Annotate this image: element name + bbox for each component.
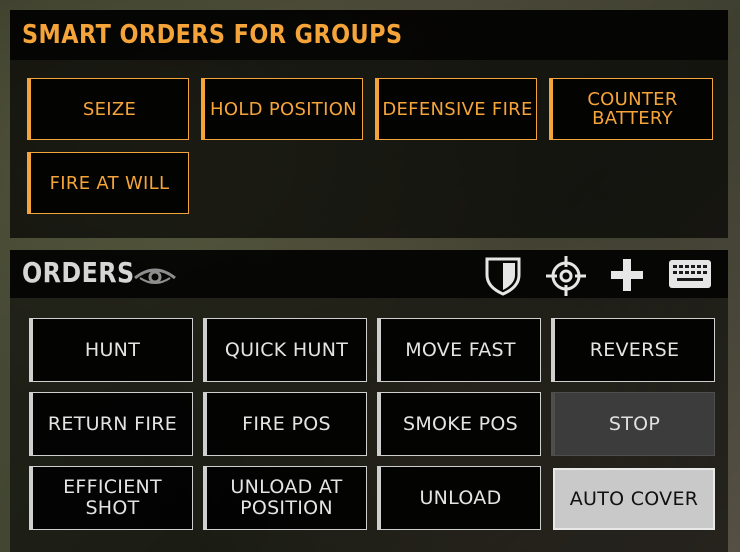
- smart-orders-title: SMART ORDERS FOR GROUPS: [22, 20, 403, 50]
- crosshair-icon[interactable]: [544, 254, 588, 298]
- shield-icon[interactable]: [481, 253, 525, 297]
- auto-cover-button[interactable]: AUTO COVER: [553, 468, 715, 530]
- eye-icon[interactable]: [132, 258, 178, 292]
- return-fire-button[interactable]: RETURN FIRE: [29, 392, 193, 456]
- counter-battery-button[interactable]: COUNTER BATTERY: [549, 78, 713, 140]
- smart-orders-panel: SMART ORDERS FOR GROUPS SEIZE HOLD POSIT…: [10, 10, 728, 238]
- efficient-shot-button[interactable]: EFFICIENT SHOT: [29, 466, 193, 530]
- counter-battery-label: COUNTER BATTERY: [587, 89, 678, 129]
- fire-at-will-button[interactable]: FIRE AT WILL: [27, 152, 189, 214]
- stop-button[interactable]: STOP: [551, 392, 715, 456]
- hunt-button[interactable]: HUNT: [29, 318, 193, 382]
- orders-header: ORDERS: [10, 250, 728, 298]
- keyboard-icon[interactable]: [667, 258, 713, 292]
- fire-pos-button[interactable]: FIRE POS: [203, 392, 367, 456]
- move-fast-button[interactable]: MOVE FAST: [377, 318, 541, 382]
- orders-title: ORDERS: [22, 256, 135, 289]
- orders-panel: ORDERS HUNT QUICK HUNT MOVE FAST REVERSE…: [10, 250, 728, 552]
- quick-hunt-button[interactable]: QUICK HUNT: [203, 318, 367, 382]
- smoke-pos-button[interactable]: SMOKE POS: [377, 392, 541, 456]
- hold-position-button[interactable]: HOLD POSITION: [201, 78, 363, 140]
- defensive-fire-button[interactable]: DEFENSIVE FIRE: [375, 78, 537, 140]
- unload-at-position-label: UNLOAD AT POSITION: [230, 476, 343, 519]
- plus-icon[interactable]: [608, 256, 646, 294]
- unload-button[interactable]: UNLOAD: [377, 466, 541, 530]
- smart-orders-title-bar: SMART ORDERS FOR GROUPS: [10, 10, 728, 60]
- reverse-button[interactable]: REVERSE: [551, 318, 715, 382]
- unload-at-position-button[interactable]: UNLOAD AT POSITION: [203, 466, 367, 530]
- efficient-shot-label: EFFICIENT SHOT: [63, 476, 162, 519]
- seize-button[interactable]: SEIZE: [27, 78, 189, 140]
